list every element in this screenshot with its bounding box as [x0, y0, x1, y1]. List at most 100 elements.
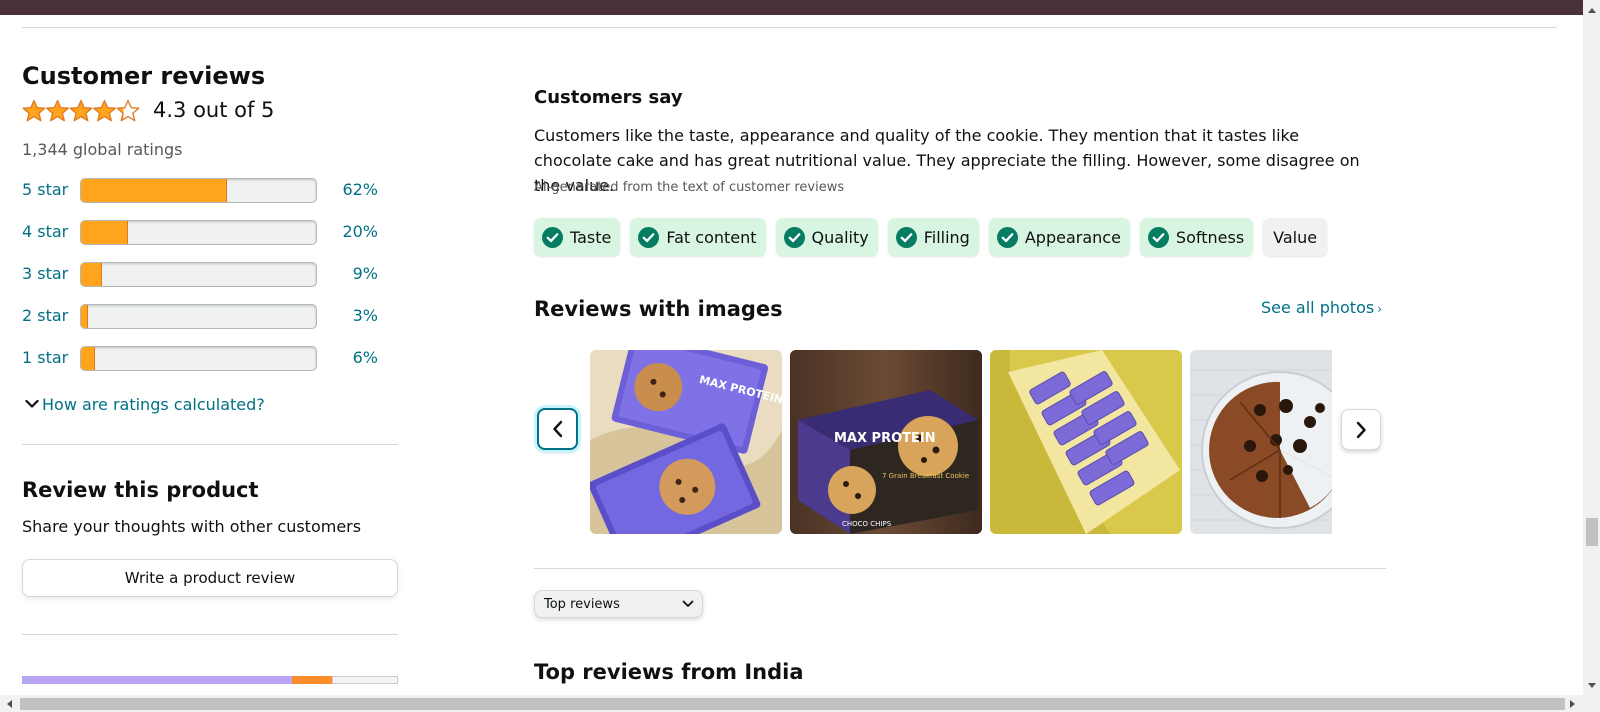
carousel-next-button[interactable] [1341, 409, 1381, 450]
see-all-photos-link[interactable]: See all photos › [1261, 298, 1382, 317]
aspect-chip-label: Value [1273, 227, 1318, 247]
aspect-chip-label: Appearance [1024, 227, 1121, 247]
histogram-label[interactable]: 5 star [22, 180, 68, 199]
review-aspects: Taste Fat content Quality Filling Appearance… [534, 218, 1328, 256]
star-icon [93, 99, 116, 122]
histogram-row-4-star[interactable]: 4 star 20% [22, 220, 398, 246]
aspect-chip-label: Softness [1175, 227, 1245, 247]
sort-selected-value: Top reviews [544, 596, 620, 612]
histogram-label[interactable]: 4 star [22, 222, 68, 241]
review-image-thumbnail[interactable]: MAX PROTEIN 7 Grain Breakfast Cookie CHO… [790, 350, 982, 534]
scroll-left-arrow-icon[interactable] [2, 695, 16, 712]
star-rating-icon [22, 99, 140, 122]
histogram-fill [81, 305, 89, 328]
histogram-percent[interactable]: 6% [353, 348, 378, 367]
histogram-bar[interactable] [80, 346, 317, 371]
star-icon [46, 99, 69, 122]
histogram-percent[interactable]: 9% [353, 264, 378, 283]
box-tagline-text: 7 Grain Breakfast Cookie [882, 472, 969, 480]
histogram-fill [81, 179, 227, 202]
section-divider [22, 634, 398, 635]
histogram-percent[interactable]: 62% [342, 180, 378, 199]
scroll-down-arrow-icon[interactable] [1583, 678, 1600, 692]
see-all-photos-text[interactable]: See all photos [1261, 298, 1374, 317]
ai-generated-note: AI-generated from the text of customer r… [534, 180, 845, 195]
aspect-chip-quality[interactable]: Quality [775, 218, 878, 256]
check-circle-icon [638, 226, 660, 248]
aspect-chip-fat-content[interactable]: Fat content [630, 218, 766, 256]
scroll-up-arrow-icon[interactable] [1583, 3, 1600, 17]
aspect-chip-label: Quality [811, 227, 869, 247]
how-ratings-calculated-link[interactable]: How are ratings calculated? [22, 394, 265, 414]
vertical-scrollbar-thumb[interactable] [1586, 518, 1598, 546]
sponsored-ad-banner[interactable] [22, 676, 398, 684]
histogram-bar[interactable] [80, 262, 317, 287]
ad-banner-segment [292, 676, 332, 684]
check-circle-icon [783, 226, 805, 248]
aspect-chip-taste[interactable]: Taste [534, 218, 621, 256]
review-image-thumbnail[interactable] [1190, 350, 1332, 534]
histogram-fill [81, 221, 128, 244]
horizontal-scrollbar-thumb[interactable] [20, 698, 1565, 710]
check-circle-icon [895, 226, 917, 248]
ad-banner-segment [22, 676, 292, 684]
section-divider [22, 27, 1557, 28]
box-flavor-text: CHOCO CHIPS [842, 520, 892, 528]
vertical-scrollbar[interactable] [1583, 0, 1600, 695]
star-rating[interactable] [22, 98, 142, 124]
histogram-row-3-star[interactable]: 3 star 9% [22, 262, 398, 288]
check-circle-icon [1147, 226, 1169, 248]
cookie-packets-photo: MAX PROTEIN [590, 350, 782, 534]
scroll-right-arrow-icon[interactable] [1565, 695, 1579, 712]
review-image-thumbnail[interactable] [990, 350, 1182, 534]
chevron-right-small-icon: › [1377, 301, 1383, 316]
aspect-chip-label: Fat content [666, 227, 757, 247]
histogram-label[interactable]: 2 star [22, 306, 68, 325]
histogram-bar[interactable] [80, 178, 317, 203]
aspect-chip-filling[interactable]: Filling [887, 218, 979, 256]
average-rating-text: 4.3 out of 5 [153, 98, 275, 122]
section-divider [22, 444, 398, 445]
cookie-box-photo: MAX PROTEIN 7 Grain Breakfast Cookie CHO… [790, 350, 982, 534]
carousel-prev-button[interactable] [537, 408, 578, 450]
top-reviews-title: Top reviews from India [534, 660, 804, 684]
star-icon [69, 99, 93, 122]
chevron-right-icon [1356, 421, 1366, 438]
ad-banner-segment [332, 676, 398, 684]
chevron-left-icon [552, 420, 562, 438]
review-product-subtitle: Share your thoughts with other customers [22, 517, 362, 536]
histogram-row-1-star[interactable]: 1 star 6% [22, 346, 398, 372]
check-circle-icon [542, 226, 563, 248]
aspect-chip-value[interactable]: Value [1263, 218, 1328, 256]
write-review-button[interactable]: Write a product review [22, 559, 398, 597]
aspect-chip-softness[interactable]: Softness [1139, 218, 1254, 256]
customer-reviews-title: Customer reviews [22, 62, 266, 90]
open-box-packets-photo [990, 350, 1182, 534]
aspect-chip-appearance[interactable]: Appearance [988, 218, 1130, 256]
global-ratings-count: 1,344 global ratings [22, 140, 183, 159]
histogram-row-5-star[interactable]: 5 star 62% [22, 178, 398, 204]
histogram-label[interactable]: 1 star [22, 348, 68, 367]
chevron-down-icon [682, 600, 694, 607]
star-icon [22, 99, 46, 122]
sort-reviews-dropdown[interactable]: Top reviews [534, 590, 703, 618]
review-product-title: Review this product [22, 478, 259, 502]
chevron-down-icon [22, 394, 42, 414]
aspect-chip-label: Taste [570, 227, 612, 247]
histogram-percent[interactable]: 3% [353, 306, 378, 325]
section-divider [534, 568, 1386, 569]
check-circle-icon [996, 226, 1018, 248]
chocolate-cake-photo [1190, 350, 1332, 534]
histogram-label[interactable]: 3 star [22, 264, 68, 283]
histogram-fill [81, 347, 96, 370]
histogram-percent[interactable]: 20% [342, 222, 378, 241]
box-brand-text: MAX PROTEIN [834, 431, 936, 446]
histogram-row-2-star[interactable]: 2 star 3% [22, 304, 398, 330]
histogram-bar[interactable] [80, 304, 317, 329]
how-ratings-calculated-text[interactable]: How are ratings calculated? [42, 395, 265, 414]
histogram-bar[interactable] [80, 220, 317, 245]
review-image-thumbnail[interactable]: MAX PROTEIN [590, 350, 782, 534]
top-nav-bar [0, 0, 1600, 15]
star-icon [116, 99, 140, 122]
histogram-fill [81, 263, 103, 286]
